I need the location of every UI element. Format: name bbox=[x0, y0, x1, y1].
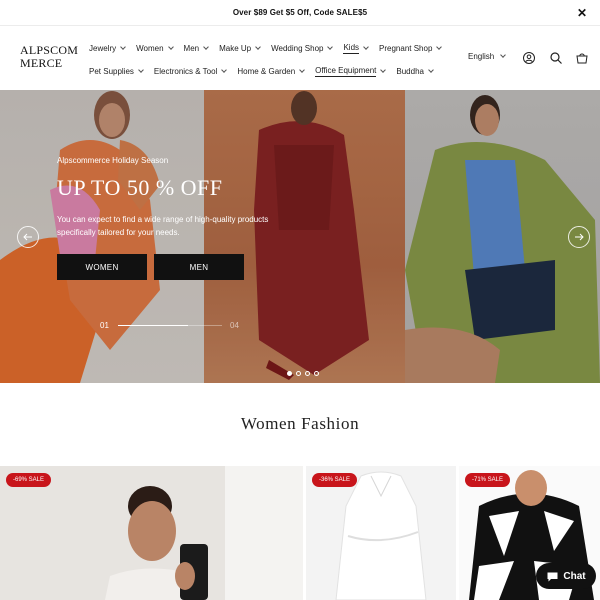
next-slide-button[interactable] bbox=[568, 226, 590, 248]
nav-label: Home & Garden bbox=[237, 66, 296, 76]
site-header: ALPSCOMMERCE Jewelry Women Men Make Up W… bbox=[0, 26, 600, 90]
chevron-down-icon bbox=[436, 43, 443, 50]
chevron-down-icon bbox=[120, 43, 126, 50]
account-icon[interactable] bbox=[522, 51, 536, 65]
nav-item-buddha[interactable]: Buddha bbox=[396, 65, 434, 77]
nav-label: Men bbox=[183, 43, 200, 53]
chevron-down-icon bbox=[221, 66, 228, 73]
nav-label: Electronics & Tool bbox=[153, 66, 218, 76]
sale-badge: -69% SALE bbox=[6, 473, 52, 487]
nav-label: Women bbox=[136, 43, 164, 53]
nav-label: Kids bbox=[343, 42, 360, 54]
sale-badge: -36% SALE bbox=[312, 473, 358, 487]
sale-badge: -71% SALE bbox=[465, 473, 511, 487]
section-title: Women Fashion bbox=[240, 414, 360, 433]
slide-progress-bar bbox=[118, 325, 222, 326]
nav-item-pet-supplies[interactable]: Pet Supplies bbox=[89, 65, 144, 77]
slide-progress-start: 01 bbox=[100, 321, 109, 330]
chat-button[interactable]: Chat bbox=[536, 563, 596, 589]
main-nav-row-1: Jewelry Women Men Make Up Wedding Shop K… bbox=[89, 42, 452, 54]
chevron-down-icon bbox=[428, 66, 434, 73]
chevron-down-icon bbox=[255, 43, 261, 50]
close-icon[interactable]: ✕ bbox=[577, 6, 587, 20]
shop-men-button[interactable]: MEN bbox=[154, 254, 244, 280]
slide-dot[interactable] bbox=[296, 371, 301, 376]
slide-dot[interactable] bbox=[314, 371, 319, 376]
chevron-down-icon bbox=[327, 43, 334, 50]
nav-label: Pregnant Shop bbox=[379, 43, 433, 53]
nav-item-make-up[interactable]: Make Up bbox=[219, 42, 261, 54]
nav-item-jewelry[interactable]: Jewelry bbox=[89, 42, 126, 54]
shop-women-button[interactable]: WOMEN bbox=[57, 254, 147, 280]
nav-item-electronics-tool[interactable]: Electronics & Tool bbox=[153, 65, 228, 77]
announcement-text: Over $89 Get $5 Off, Code SALE$5 bbox=[232, 8, 368, 17]
chevron-down-icon bbox=[299, 66, 306, 73]
product-card[interactable]: -69% SALE bbox=[0, 466, 303, 600]
nav-item-wedding-shop[interactable]: Wedding Shop bbox=[271, 42, 334, 54]
language-label: English bbox=[468, 52, 495, 61]
nav-item-pregnant-shop[interactable]: Pregnant Shop bbox=[379, 42, 443, 54]
chevron-down-icon bbox=[380, 66, 387, 73]
chevron-down-icon bbox=[167, 43, 174, 50]
hero-eyebrow: Alpscommerce Holiday Season bbox=[57, 156, 169, 165]
hero-description: You can expect to find a wide range of h… bbox=[57, 215, 269, 237]
nav-item-men[interactable]: Men bbox=[184, 42, 209, 54]
main-nav-row-2: Pet Supplies Electronics & Tool Home & G… bbox=[89, 65, 444, 77]
chevron-down-icon bbox=[138, 66, 144, 73]
slide-dot[interactable] bbox=[305, 371, 310, 376]
chevron-down-icon bbox=[363, 43, 369, 50]
nav-label: Jewelry bbox=[89, 43, 117, 53]
language-selector[interactable]: English bbox=[468, 52, 507, 61]
nav-label: Buddha bbox=[396, 66, 424, 76]
announcement-bar: Over $89 Get $5 Off, Code SALE$5 ✕ bbox=[0, 0, 600, 26]
previous-slide-button[interactable] bbox=[17, 226, 39, 248]
chevron-down-icon bbox=[203, 43, 209, 50]
nav-label: Pet Supplies bbox=[89, 66, 134, 76]
nav-label: Make Up bbox=[219, 43, 252, 53]
slide-progress-end: 04 bbox=[230, 321, 239, 330]
chat-bubble-icon bbox=[547, 572, 558, 581]
nav-item-office-equipment[interactable]: Office Equipment bbox=[315, 65, 387, 77]
nav-item-kids[interactable]: Kids bbox=[343, 42, 369, 54]
search-icon[interactable] bbox=[549, 51, 563, 65]
cart-icon[interactable] bbox=[575, 51, 589, 65]
hero-title: UP TO 50 % OFF bbox=[57, 175, 223, 200]
nav-item-home-garden[interactable]: Home & Garden bbox=[237, 65, 306, 77]
nav-label: Office Equipment bbox=[315, 65, 377, 77]
nav-label: Wedding Shop bbox=[271, 43, 324, 53]
slide-progress-fill bbox=[118, 325, 188, 326]
slide-dots bbox=[287, 371, 319, 376]
nav-item-women[interactable]: Women bbox=[136, 42, 174, 54]
logo[interactable]: ALPSCOMMERCE bbox=[20, 44, 82, 70]
arrow-right-icon bbox=[575, 233, 584, 241]
chat-label: Chat bbox=[563, 570, 586, 582]
chevron-down-icon bbox=[500, 52, 507, 58]
slide-dot[interactable] bbox=[287, 371, 292, 376]
hero-slider: Alpscommerce Holiday Season UP TO 50 % O… bbox=[0, 90, 600, 383]
arrow-left-icon bbox=[23, 233, 32, 241]
product-card[interactable]: -36% SALE bbox=[306, 466, 456, 600]
